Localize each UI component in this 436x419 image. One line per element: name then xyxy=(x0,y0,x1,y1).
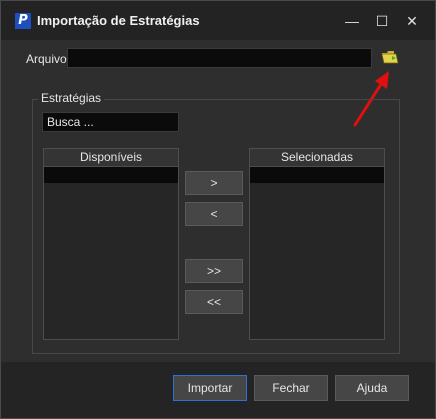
list-item[interactable] xyxy=(44,167,178,183)
maximize-button[interactable]: ☐ xyxy=(367,7,397,35)
add-button[interactable]: > xyxy=(185,171,243,195)
file-label: Arquivo xyxy=(26,52,67,66)
remove-button[interactable]: < xyxy=(185,202,243,226)
remove-all-button[interactable]: << xyxy=(185,290,243,314)
minimize-button[interactable]: — xyxy=(337,7,367,35)
title-bar: P Importação de Estratégias — ☐ ✕ xyxy=(1,1,435,40)
selected-strategies-list[interactable]: Selecionadas xyxy=(249,148,385,340)
import-strategies-dialog: P Importação de Estratégias — ☐ ✕ Arquiv… xyxy=(0,0,436,419)
selected-list-header: Selecionadas xyxy=(250,149,384,167)
search-input[interactable] xyxy=(42,112,179,132)
window-title: Importação de Estratégias xyxy=(37,13,200,28)
open-folder-icon[interactable] xyxy=(381,49,399,65)
close-button[interactable]: ✕ xyxy=(397,7,427,35)
close-dialog-button[interactable]: Fechar xyxy=(254,375,328,401)
strategies-group-title: Estratégias xyxy=(38,91,105,105)
file-path-input[interactable] xyxy=(67,48,372,68)
list-item[interactable] xyxy=(250,167,384,183)
app-logo-icon: P xyxy=(15,13,31,29)
available-list-header: Disponíveis xyxy=(44,149,178,167)
add-all-button[interactable]: >> xyxy=(185,259,243,283)
available-strategies-list[interactable]: Disponíveis xyxy=(43,148,179,340)
help-button[interactable]: Ajuda xyxy=(335,375,409,401)
import-button[interactable]: Importar xyxy=(173,375,247,401)
